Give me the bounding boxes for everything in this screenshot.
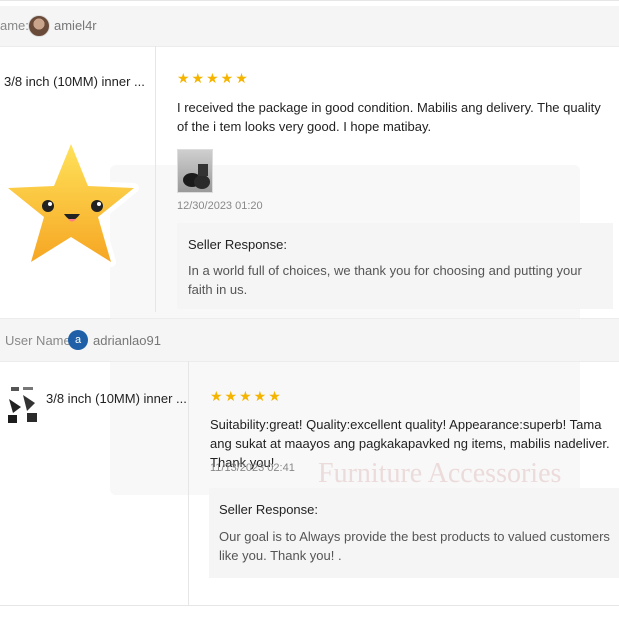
review-photo[interactable] (177, 149, 213, 193)
username[interactable]: adrianlao91 (93, 333, 161, 348)
review-text: I received the package in good condition… (177, 100, 601, 134)
seller-response-box: Seller Response: In a world full of choi… (177, 223, 613, 309)
rating-stars: ★★★★★ (210, 388, 283, 404)
review-date: 12/30/2023 01:20 (177, 200, 263, 212)
seller-response-title: Seller Response: (219, 502, 318, 517)
username[interactable]: amiel4r (54, 18, 97, 33)
star-sticker-icon (3, 139, 139, 267)
column-divider (155, 46, 156, 312)
product-name[interactable]: 3/8 inch (10MM) inner ... (4, 74, 145, 89)
review-2-header: User Name: a adrianlao91 (0, 318, 619, 362)
product-thumbnail[interactable] (5, 385, 41, 425)
product-name[interactable]: 3/8 inch (10MM) inner ... (46, 391, 187, 406)
avatar-letter: a (74, 334, 82, 346)
review-1-header: ame: amiel4r (0, 6, 619, 47)
top-divider (0, 0, 619, 1)
review-date: 11/13/2023 02:41 (210, 462, 295, 474)
user-name-label: ame: (0, 18, 29, 33)
seller-response-title: Seller Response: (188, 237, 287, 252)
seller-response-text: In a world full of choices, we thank you… (188, 263, 582, 297)
rating-stars: ★★★★★ (177, 70, 250, 86)
seller-response-text: Our goal is to Always provide the best p… (219, 529, 610, 563)
seller-response-box: Seller Response: Our goal is to Always p… (209, 488, 619, 578)
column-divider (188, 361, 189, 605)
bottom-divider (0, 605, 619, 606)
user-name-label: User Name: (5, 333, 75, 348)
avatar: a (68, 330, 88, 350)
avatar (28, 15, 50, 37)
